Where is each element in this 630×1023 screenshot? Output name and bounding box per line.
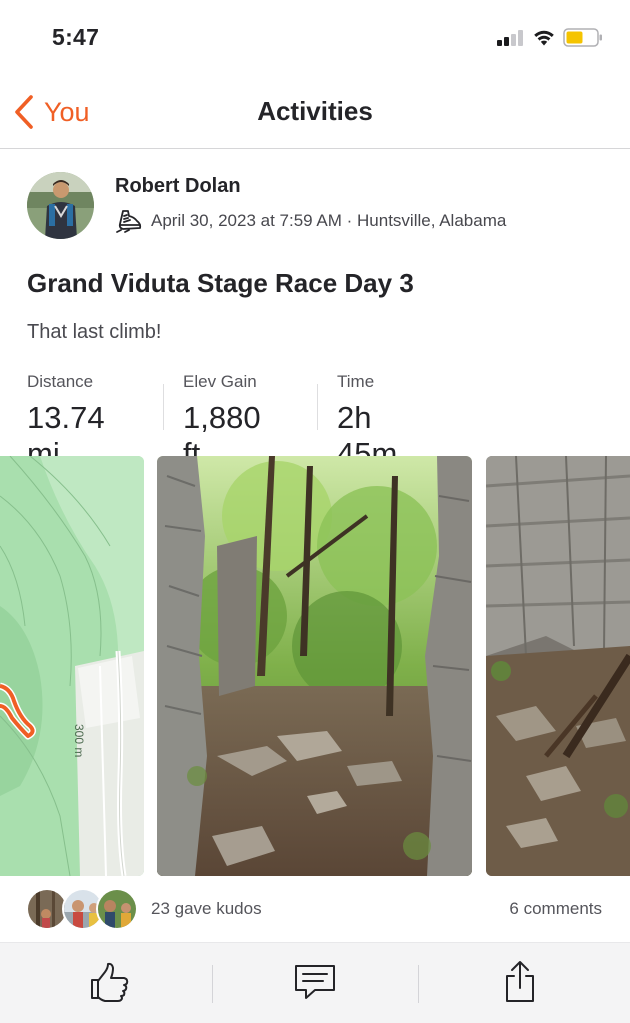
kudos-count[interactable]: 23 gave kudos [151,899,262,919]
thumbs-up-icon [91,962,129,1002]
comment-button[interactable] [285,957,345,1007]
activity-title[interactable]: Grand Viduta Stage Race Day 3 [27,268,414,299]
comment-icon [295,965,335,999]
action-divider [212,965,213,1003]
athlete-avatar[interactable] [27,172,94,239]
kudo-avatar[interactable] [96,888,138,930]
wifi-icon [534,30,554,46]
activity-meta: April 30, 2023 at 7:59 AM · Huntsville, … [115,208,506,234]
share-button[interactable] [490,957,550,1007]
comments-count[interactable]: 6 comments [509,899,602,919]
route-map[interactable]: 300 m [0,456,144,876]
stat-divider [317,384,318,430]
running-shoe-icon [116,210,142,233]
social-row: 23 gave kudos 6 comments [0,885,630,935]
stat-label: Elev Gain [183,372,257,391]
forest-trail-photo[interactable] [157,456,472,876]
media-carousel[interactable]: 300 m [0,456,630,876]
kudos-button[interactable] [80,957,140,1007]
date-location: April 30, 2023 at 7:59 AM · Huntsville, … [151,211,507,230]
activity-description: That last climb! [27,321,162,343]
navigation-header: You Activities [0,76,630,149]
stat-label: Time [337,372,375,391]
stat-divider [163,384,164,430]
action-bar [0,942,630,1023]
page-title: Activities [257,96,373,126]
rock-cliff-photo[interactable] [486,456,630,876]
battery-icon [563,28,602,47]
stat-label: Distance [27,372,94,391]
status-bar: 5:47 [0,0,630,76]
map-contour-label: 300 m [72,724,86,757]
share-icon [506,961,534,1002]
status-time: 5:47 [52,24,100,50]
action-divider [418,965,419,1003]
athlete-name[interactable]: Robert Dolan [115,175,241,198]
cellular-signal-icon [497,30,525,46]
